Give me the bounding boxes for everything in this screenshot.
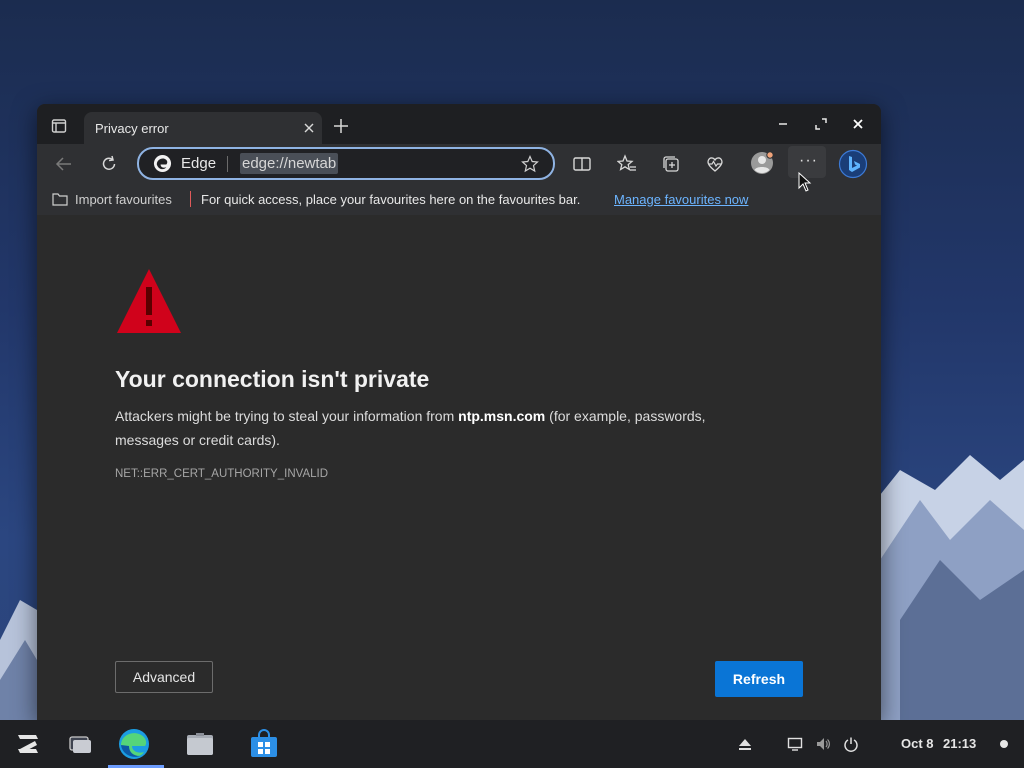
collections-icon[interactable]: [661, 154, 681, 174]
power-icon[interactable]: [843, 736, 859, 752]
error-desc-prefix: Attackers might be trying to steal your …: [115, 408, 459, 424]
profile-avatar-icon[interactable]: [750, 151, 774, 175]
refresh-icon[interactable]: [99, 154, 119, 174]
favbar-hint: For quick access, place your favourites …: [201, 192, 581, 207]
title-bar: Privacy error: [37, 104, 881, 144]
zorin-menu-icon[interactable]: [12, 728, 44, 760]
toolbar: Edge edge://newtab ···: [37, 144, 881, 184]
error-title: Your connection isn't private: [115, 366, 430, 392]
clock-date[interactable]: Oct 8: [901, 736, 934, 751]
address-divider: [227, 156, 228, 172]
close-window-icon[interactable]: [850, 116, 866, 132]
error-page: Your connection isn't private Attackers …: [37, 215, 881, 720]
warning-triangle-icon: [117, 269, 181, 333]
import-favourites-link[interactable]: Import favourites: [75, 192, 172, 207]
edge-browser-icon[interactable]: [118, 728, 150, 760]
favourites-bar: Import favourites For quick access, plac…: [37, 184, 881, 216]
browser-window: Privacy error Edge edge://newtab ··· Imp…: [37, 104, 881, 720]
volume-icon[interactable]: [815, 736, 831, 752]
copilot-icon[interactable]: [838, 149, 868, 179]
taskbar: Oct 8 21:13: [0, 720, 1024, 768]
edge-logo-icon: [153, 154, 172, 173]
error-code[interactable]: NET::ERR_CERT_AUTHORITY_INVALID: [115, 468, 328, 480]
add-favourite-star-icon[interactable]: [521, 155, 539, 173]
favbar-divider: [190, 191, 191, 207]
error-host: ntp.msn.com: [458, 408, 546, 424]
advanced-button[interactable]: Advanced: [115, 661, 213, 693]
tab-privacy-error[interactable]: Privacy error: [84, 112, 322, 144]
maximize-icon[interactable]: [813, 116, 829, 132]
software-store-icon[interactable]: [248, 728, 280, 760]
back-icon[interactable]: [54, 154, 74, 174]
address-bar[interactable]: Edge edge://newtab: [137, 147, 555, 180]
site-label: Edge: [181, 155, 217, 172]
new-tab-icon[interactable]: [333, 118, 349, 134]
mouse-cursor-icon: [798, 172, 812, 192]
workspaces-icon[interactable]: [64, 728, 96, 760]
tab-title: Privacy error: [95, 121, 169, 136]
error-description: Attackers might be trying to steal your …: [115, 404, 765, 452]
manage-favourites-link[interactable]: Manage favourites now: [614, 192, 748, 207]
clock-time[interactable]: 21:13: [943, 736, 976, 751]
files-icon[interactable]: [184, 728, 216, 760]
favourites-icon[interactable]: [617, 154, 637, 174]
browser-essentials-icon[interactable]: [705, 154, 725, 174]
minimize-icon[interactable]: [775, 116, 791, 132]
close-tab-icon[interactable]: [302, 121, 316, 135]
tab-actions-icon[interactable]: [51, 118, 67, 134]
split-screen-icon[interactable]: [572, 154, 592, 174]
display-icon[interactable]: [787, 736, 803, 752]
eject-icon[interactable]: [737, 736, 753, 752]
more-dots-icon: ···: [799, 152, 818, 169]
notification-dot-icon[interactable]: [999, 739, 1009, 749]
refresh-button[interactable]: Refresh: [715, 661, 803, 697]
url-input[interactable]: edge://newtab: [240, 153, 339, 174]
import-favourites-icon[interactable]: [51, 191, 69, 207]
